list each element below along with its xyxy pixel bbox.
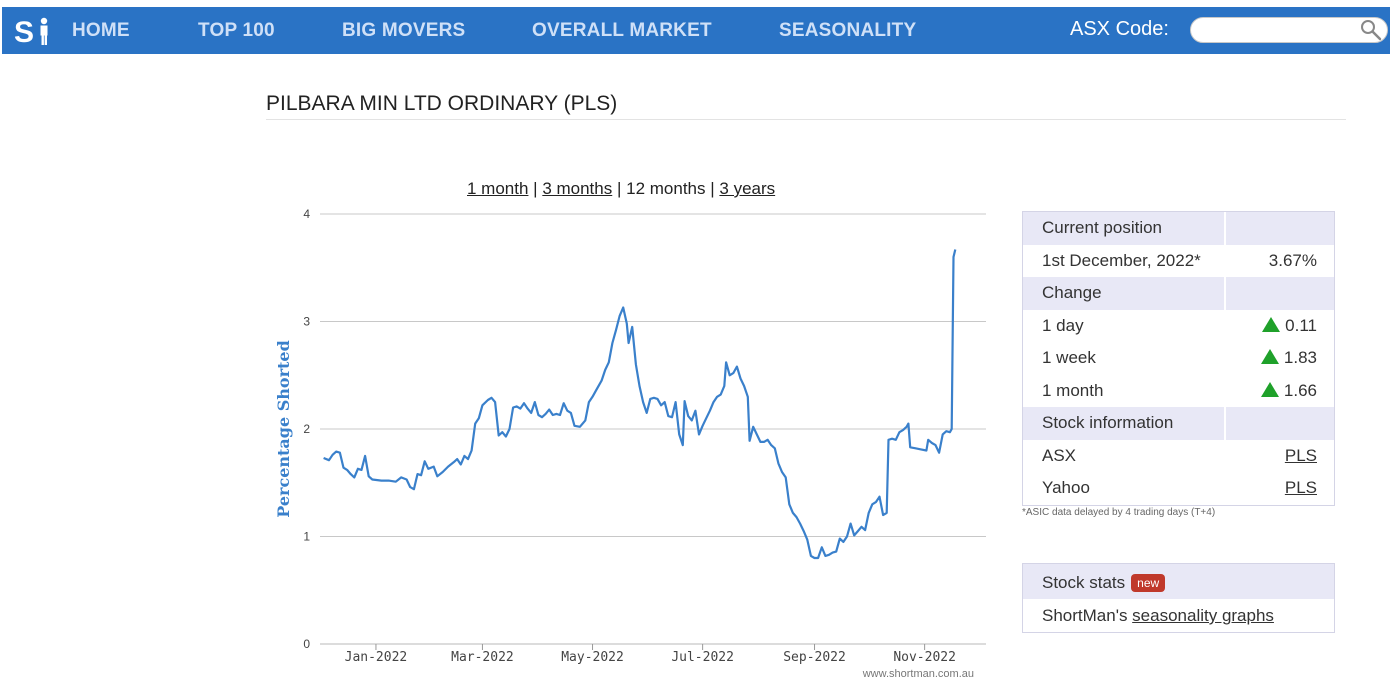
info-section-header: Current position	[1023, 212, 1334, 245]
up-arrow-icon	[1262, 316, 1281, 332]
nav-home[interactable]: HOME	[72, 20, 130, 42]
stock-stats-title: Stock stats	[1042, 573, 1126, 592]
y-tick-label: 4	[303, 207, 310, 221]
short-position-chart: 0 1 2 3 4 Jan-2022 Mar-2022 May-2022 Jul-2022 Sep…	[274, 207, 986, 680]
x-tick-label: Sep-2022	[783, 650, 846, 665]
info-row-label: 1st December, 2022*	[1042, 250, 1201, 270]
ticker-link[interactable]: PLS	[1285, 478, 1317, 497]
info-row-value: PLS	[1226, 472, 1334, 505]
asic-delay-footnote: *ASIC data delayed by 4 trading days (T+…	[1022, 507, 1216, 518]
stock-stats-box: Stock stats new ShortMan's seasonality gr…	[1022, 563, 1335, 633]
range-selector: 1 month | 3 months | 12 months | 3 years	[467, 179, 775, 199]
title-divider	[266, 119, 1346, 120]
up-arrow-icon	[1260, 381, 1279, 397]
info-row-value: 3.67%	[1268, 250, 1317, 270]
y-tick-label: 0	[303, 637, 310, 651]
info-row: 1 month 1.66	[1023, 375, 1334, 408]
x-tick-label: May-2022	[561, 650, 624, 665]
asx-code-label: ASX Code:	[1070, 18, 1169, 40]
range-3-months-link[interactable]: 3 months	[542, 179, 612, 198]
nav-top-100[interactable]: TOP 100	[198, 20, 275, 42]
info-row-value: 1.66	[1226, 375, 1334, 408]
info-row-value: PLS	[1226, 440, 1334, 473]
change-value: 1.83	[1283, 348, 1317, 367]
info-row: 1 day 0.11	[1023, 310, 1334, 343]
range-12-months-current: 12 months	[626, 179, 706, 198]
info-row-value	[1226, 277, 1334, 310]
shortman-logo-icon[interactable]: S	[14, 15, 54, 47]
stock-stats-body: ShortMan's seasonality graphs	[1023, 599, 1334, 632]
stock-stats-header: Stock stats new	[1023, 564, 1334, 599]
search-icon[interactable]	[1360, 19, 1382, 41]
x-tick-label: Mar-2022	[451, 650, 514, 665]
info-row-label: 1 day	[1042, 315, 1084, 335]
short-percentage-line	[323, 249, 957, 560]
asx-code-search-input[interactable]	[1190, 17, 1388, 43]
position-info-table: Current position 1st December, 2022* 3.67%…	[1022, 211, 1335, 506]
info-row-label: Current position	[1023, 212, 1226, 245]
info-row-label: 1 week	[1042, 348, 1096, 367]
info-row-label: Stock information	[1023, 407, 1226, 440]
info-row: Yahoo PLS	[1023, 472, 1334, 505]
x-tick-label: Jan-2022	[345, 650, 408, 665]
y-tick-label: 3	[303, 315, 310, 329]
nav-seasonality[interactable]: SEASONALITY	[779, 20, 916, 42]
y-tick-label: 2	[303, 422, 310, 436]
seasonality-prefix: ShortMan's	[1042, 606, 1133, 625]
info-row-label: 1 month	[1042, 380, 1104, 400]
range-separator: |	[533, 179, 543, 198]
change-value: 0.11	[1285, 315, 1317, 335]
range-separator: |	[616, 179, 627, 198]
info-row-value	[1226, 212, 1334, 245]
new-badge: new	[1131, 574, 1166, 592]
page-title: PILBARA MIN LTD ORDINARY (PLS)	[266, 92, 618, 115]
info-row-value: 1.83	[1226, 342, 1334, 375]
info-row-label: Change	[1023, 277, 1226, 310]
svg-text:S: S	[14, 16, 34, 47]
change-value: 1.66	[1283, 380, 1317, 400]
info-row-label: ASX	[1042, 445, 1077, 465]
ticker-link[interactable]: PLS	[1285, 446, 1317, 465]
info-row: 1 week 1.83	[1023, 342, 1334, 375]
nav-big-movers[interactable]: BIG MOVERS	[342, 20, 465, 42]
up-arrow-icon	[1260, 349, 1279, 364]
top-navbar: S HOME TOP 100 BIG MOVERS OVERALL MARKET…	[2, 7, 1390, 54]
info-row-label: Yahoo	[1042, 478, 1090, 497]
info-row-value	[1226, 407, 1334, 440]
nav-overall-market[interactable]: OVERALL MARKET	[532, 20, 712, 42]
info-row-value: 0.11	[1226, 310, 1334, 343]
info-section-header: Stock information	[1023, 407, 1334, 440]
watermark-text: www.shortman.com.au	[862, 668, 974, 680]
info-row: 1st December, 2022* 3.67%	[1023, 245, 1334, 278]
x-tick-label: Jul-2022	[671, 650, 734, 665]
seasonality-graphs-link[interactable]: seasonality graphs	[1132, 606, 1274, 625]
x-tick-label: Nov-2022	[893, 650, 956, 665]
y-tick-label: 1	[303, 530, 310, 544]
info-section-header: Change	[1023, 277, 1334, 310]
info-row: ASX PLS	[1023, 440, 1334, 473]
range-3-years-link[interactable]: 3 years	[719, 179, 775, 198]
y-axis-label: Percentage Shorted	[274, 340, 293, 518]
range-1-month-link[interactable]: 1 month	[467, 179, 528, 198]
